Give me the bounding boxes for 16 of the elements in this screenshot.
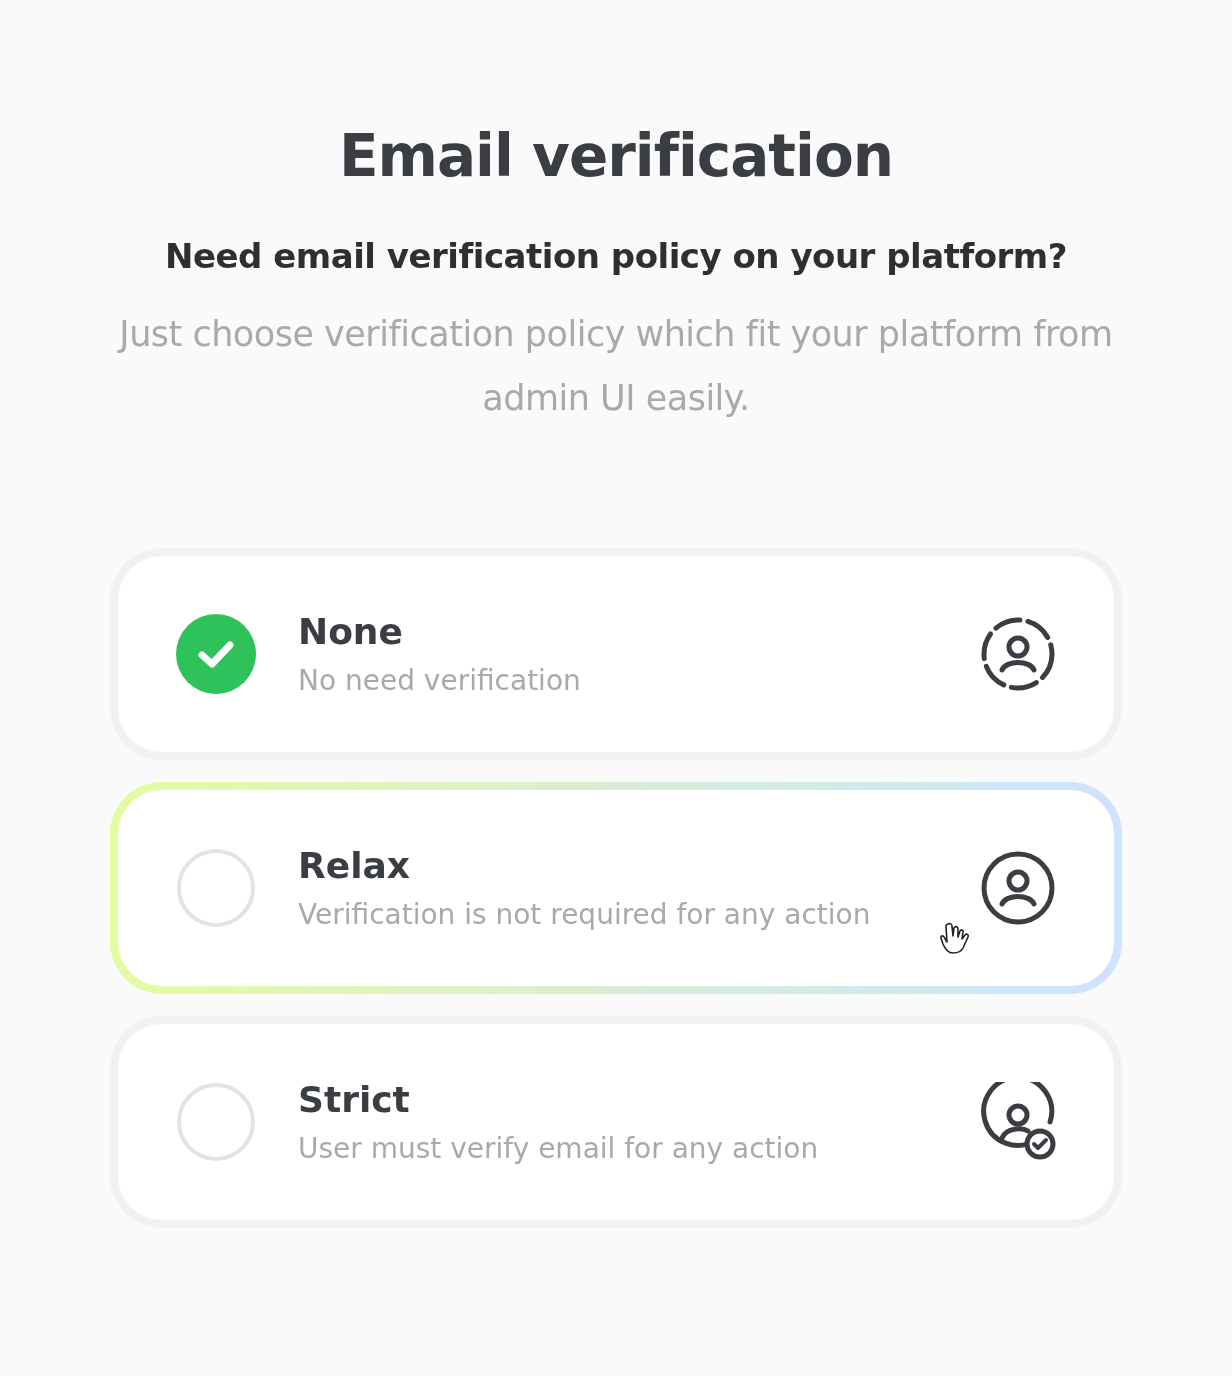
option-label: None <box>298 611 404 652</box>
option-card[interactable]: Relax Verification is not required for any action <box>110 782 1122 994</box>
subtitle: Need email verification policy on your platform? <box>165 236 1067 276</box>
description: Just choose verification policy which fit your platform from admin UI easily. <box>116 313 1114 420</box>
option-description: No need verification <box>298 664 582 697</box>
option-description: User must verify email for any action <box>298 1132 820 1165</box>
user-check-icon <box>978 1082 1058 1162</box>
option-label: Relax <box>298 845 411 886</box>
radio-icon[interactable] <box>176 1082 256 1162</box>
option-card[interactable]: Strict User must verify email for any action <box>110 1016 1122 1228</box>
option-card[interactable]: None No need verification <box>110 548 1122 760</box>
page-title: Email verification <box>338 122 894 190</box>
radio-icon[interactable] <box>176 848 256 928</box>
option-label: Strict <box>298 1079 411 1120</box>
checked-radio-icon[interactable] <box>176 614 256 694</box>
option-description: Verification is not required for any action <box>298 898 872 931</box>
